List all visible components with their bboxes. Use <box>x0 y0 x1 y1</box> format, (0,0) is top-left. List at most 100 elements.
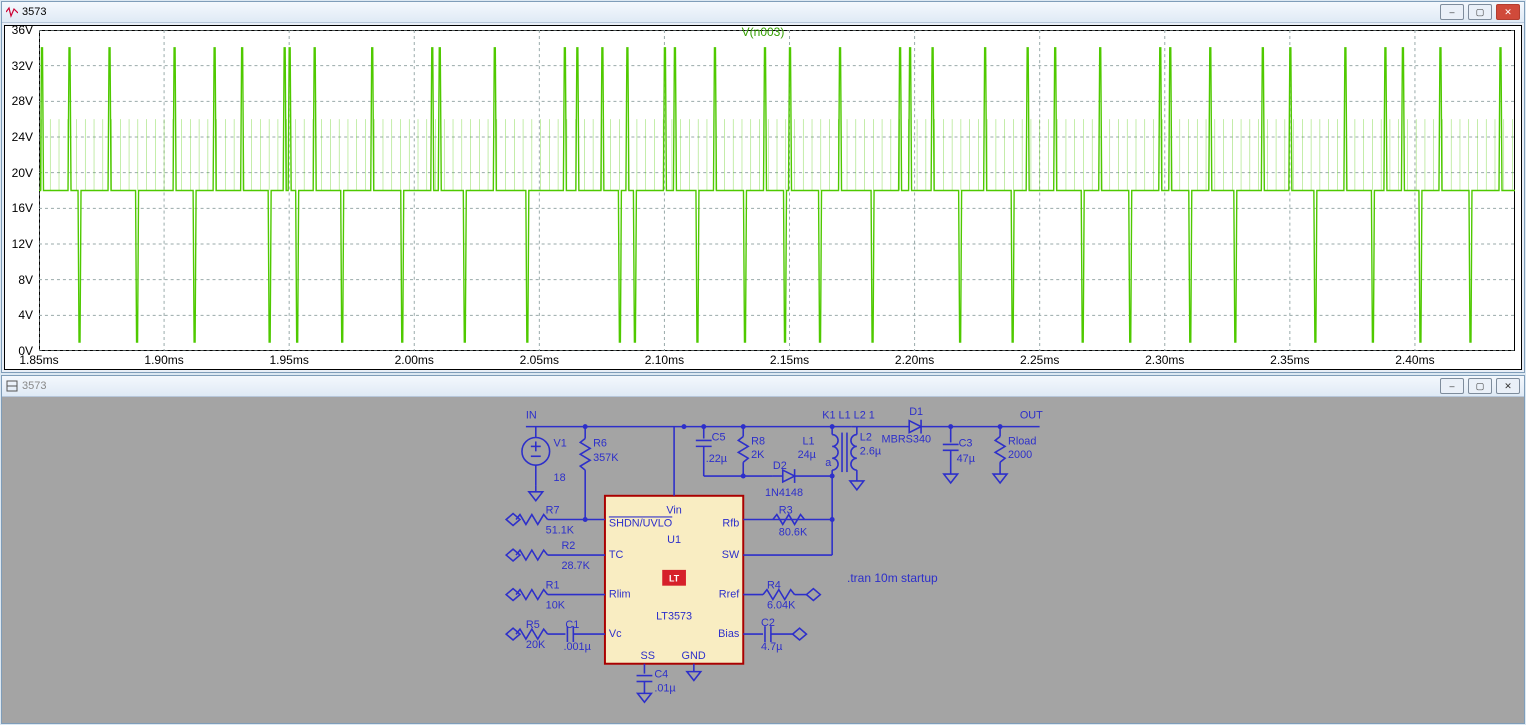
component-R2: R2 28.7K <box>506 540 605 572</box>
svg-text:2.6µ: 2.6µ <box>860 445 881 457</box>
net-in: IN <box>526 410 537 422</box>
waveform-minimize-button[interactable]: ‒ <box>1440 4 1464 20</box>
svg-text:6.04K: 6.04K <box>767 599 796 611</box>
svg-text:80.6K: 80.6K <box>779 526 808 538</box>
svg-text:C4: C4 <box>654 669 668 681</box>
ground-icon <box>993 474 1007 483</box>
waveform-titlebar[interactable]: 3573 ‒ ▢ ✕ <box>2 2 1524 23</box>
svg-text:Vc: Vc <box>609 628 622 640</box>
waveform-plot-area[interactable]: V(n003) 36V32V28V24V20V16V12V8V4V0V 1.85… <box>4 25 1522 370</box>
svg-text:R1: R1 <box>546 580 560 592</box>
svg-text:GND: GND <box>682 650 706 662</box>
svg-text:.001µ: .001µ <box>563 641 590 653</box>
waveform-app-icon <box>6 6 18 18</box>
svg-text:2K: 2K <box>751 449 765 461</box>
svg-text:SS: SS <box>641 650 656 662</box>
svg-text:L2: L2 <box>860 431 872 443</box>
svg-text:R4: R4 <box>767 580 781 592</box>
svg-text:C3: C3 <box>959 437 973 449</box>
svg-text:4.7µ: 4.7µ <box>761 641 782 653</box>
component-C5: C5 .22µ <box>696 427 727 476</box>
schematic-window[interactable]: 3573 ‒ ▢ ✕ .wire{stroke:#2d2fca;stroke-w… <box>1 375 1525 724</box>
svg-text:18: 18 <box>554 472 566 484</box>
component-Rload: Rload 2000 <box>995 427 1036 474</box>
svg-text:R6: R6 <box>593 437 607 449</box>
svg-text:C5: C5 <box>712 431 726 443</box>
y-axis-labels: 36V32V28V24V20V16V12V8V4V0V <box>5 30 35 351</box>
svg-text:.01µ: .01µ <box>654 682 675 694</box>
svg-text:10K: 10K <box>546 599 566 611</box>
svg-text:2000: 2000 <box>1008 449 1032 461</box>
svg-text:1N4148: 1N4148 <box>765 487 803 499</box>
schematic-close-button[interactable]: ✕ <box>1496 378 1520 394</box>
waveform-window[interactable]: 3573 ‒ ▢ ✕ V(n003) 36V32V28V24V20V16V12V… <box>1 1 1525 373</box>
component-V1: V1 18 <box>522 427 567 486</box>
x-axis-labels: 1.85ms1.90ms1.95ms2.00ms2.05ms2.10ms2.15… <box>39 353 1515 369</box>
schematic-maximize-button[interactable]: ▢ <box>1468 378 1492 394</box>
ground-icon <box>850 481 864 490</box>
schematic-app-icon <box>6 380 18 392</box>
svg-text:LT: LT <box>669 574 680 584</box>
svg-text:Vin: Vin <box>666 505 682 517</box>
svg-text:Bias: Bias <box>718 628 740 640</box>
schematic-titlebar[interactable]: 3573 ‒ ▢ ✕ <box>2 376 1524 397</box>
svg-text:.22µ: .22µ <box>706 453 727 465</box>
component-R7: R7 51.1K <box>506 505 585 537</box>
component-R5-C1: R5 20K C1 .001µ <box>506 619 605 653</box>
svg-text:L1: L1 <box>803 435 815 447</box>
svg-text:MBRS340: MBRS340 <box>882 433 932 445</box>
svg-text:Rfb: Rfb <box>722 517 739 529</box>
svg-text:C1: C1 <box>565 619 579 631</box>
svg-text:SW: SW <box>722 549 740 561</box>
svg-text:D1: D1 <box>909 406 923 418</box>
schematic-svg: .wire{stroke:#2d2fca;stroke-width:1.6;fi… <box>2 397 1524 723</box>
component-R4: R4 6.04K <box>743 580 820 612</box>
waveform-title: 3573 <box>22 6 46 18</box>
svg-text:357K: 357K <box>593 452 619 464</box>
trace-label[interactable]: V(n003) <box>742 25 785 39</box>
svg-text:a: a <box>825 457 832 469</box>
svg-text:Rload: Rload <box>1008 435 1036 447</box>
schematic-canvas[interactable]: .wire{stroke:#2d2fca;stroke-width:1.6;fi… <box>2 397 1524 723</box>
component-D2: D2 1N4148 <box>765 460 832 499</box>
svg-text:20K: 20K <box>526 639 546 651</box>
waveform-close-button[interactable]: ✕ <box>1496 4 1520 20</box>
svg-text:R8: R8 <box>751 435 765 447</box>
svg-text:28.7K: 28.7K <box>561 560 590 572</box>
svg-text:D2: D2 <box>773 460 787 472</box>
svg-text:LT3573: LT3573 <box>656 610 692 622</box>
ground-icon <box>944 474 958 483</box>
coupling-directive: K1 L1 L2 1 <box>822 410 875 422</box>
svg-text:47µ: 47µ <box>957 453 975 465</box>
svg-text:Rref: Rref <box>719 589 740 601</box>
component-R1: R1 10K <box>506 580 605 612</box>
component-R3: R3 80.6K <box>773 505 808 539</box>
svg-text:R2: R2 <box>561 540 575 552</box>
component-L2: L2 2.6µ <box>851 427 881 481</box>
svg-text:C2: C2 <box>761 617 775 629</box>
ground-icon <box>638 693 652 702</box>
component-R8: R8 2K <box>738 427 765 476</box>
schematic-minimize-button[interactable]: ‒ <box>1440 378 1464 394</box>
waveform-svg <box>39 30 1515 351</box>
component-C4: C4 .01µ <box>637 669 676 695</box>
svg-text:24µ: 24µ <box>798 449 816 461</box>
net-out: OUT <box>1020 410 1043 422</box>
waveform-maximize-button[interactable]: ▢ <box>1468 4 1492 20</box>
svg-text:TC: TC <box>609 549 624 561</box>
svg-text:V1: V1 <box>554 437 567 449</box>
svg-text:U1: U1 <box>667 534 681 546</box>
svg-text:Rlim: Rlim <box>609 589 631 601</box>
svg-text:R5: R5 <box>526 619 540 631</box>
sim-directive[interactable]: .tran 10m startup <box>847 571 938 585</box>
schematic-title: 3573 <box>22 380 46 392</box>
component-C2: C2 4.7µ <box>743 617 806 653</box>
chip-U1: Vin SHDN/UVLO TC Rlim Vc SS Rfb SW Rref … <box>605 496 743 664</box>
svg-text:51.1K: 51.1K <box>546 524 575 536</box>
svg-text:SHDN/UVLO: SHDN/UVLO <box>609 517 672 529</box>
svg-text:R7: R7 <box>546 505 560 517</box>
component-C3: C3 47µ <box>943 427 975 474</box>
svg-text:R3: R3 <box>779 505 793 517</box>
ground-icon <box>529 486 543 501</box>
ground-icon <box>687 672 701 681</box>
